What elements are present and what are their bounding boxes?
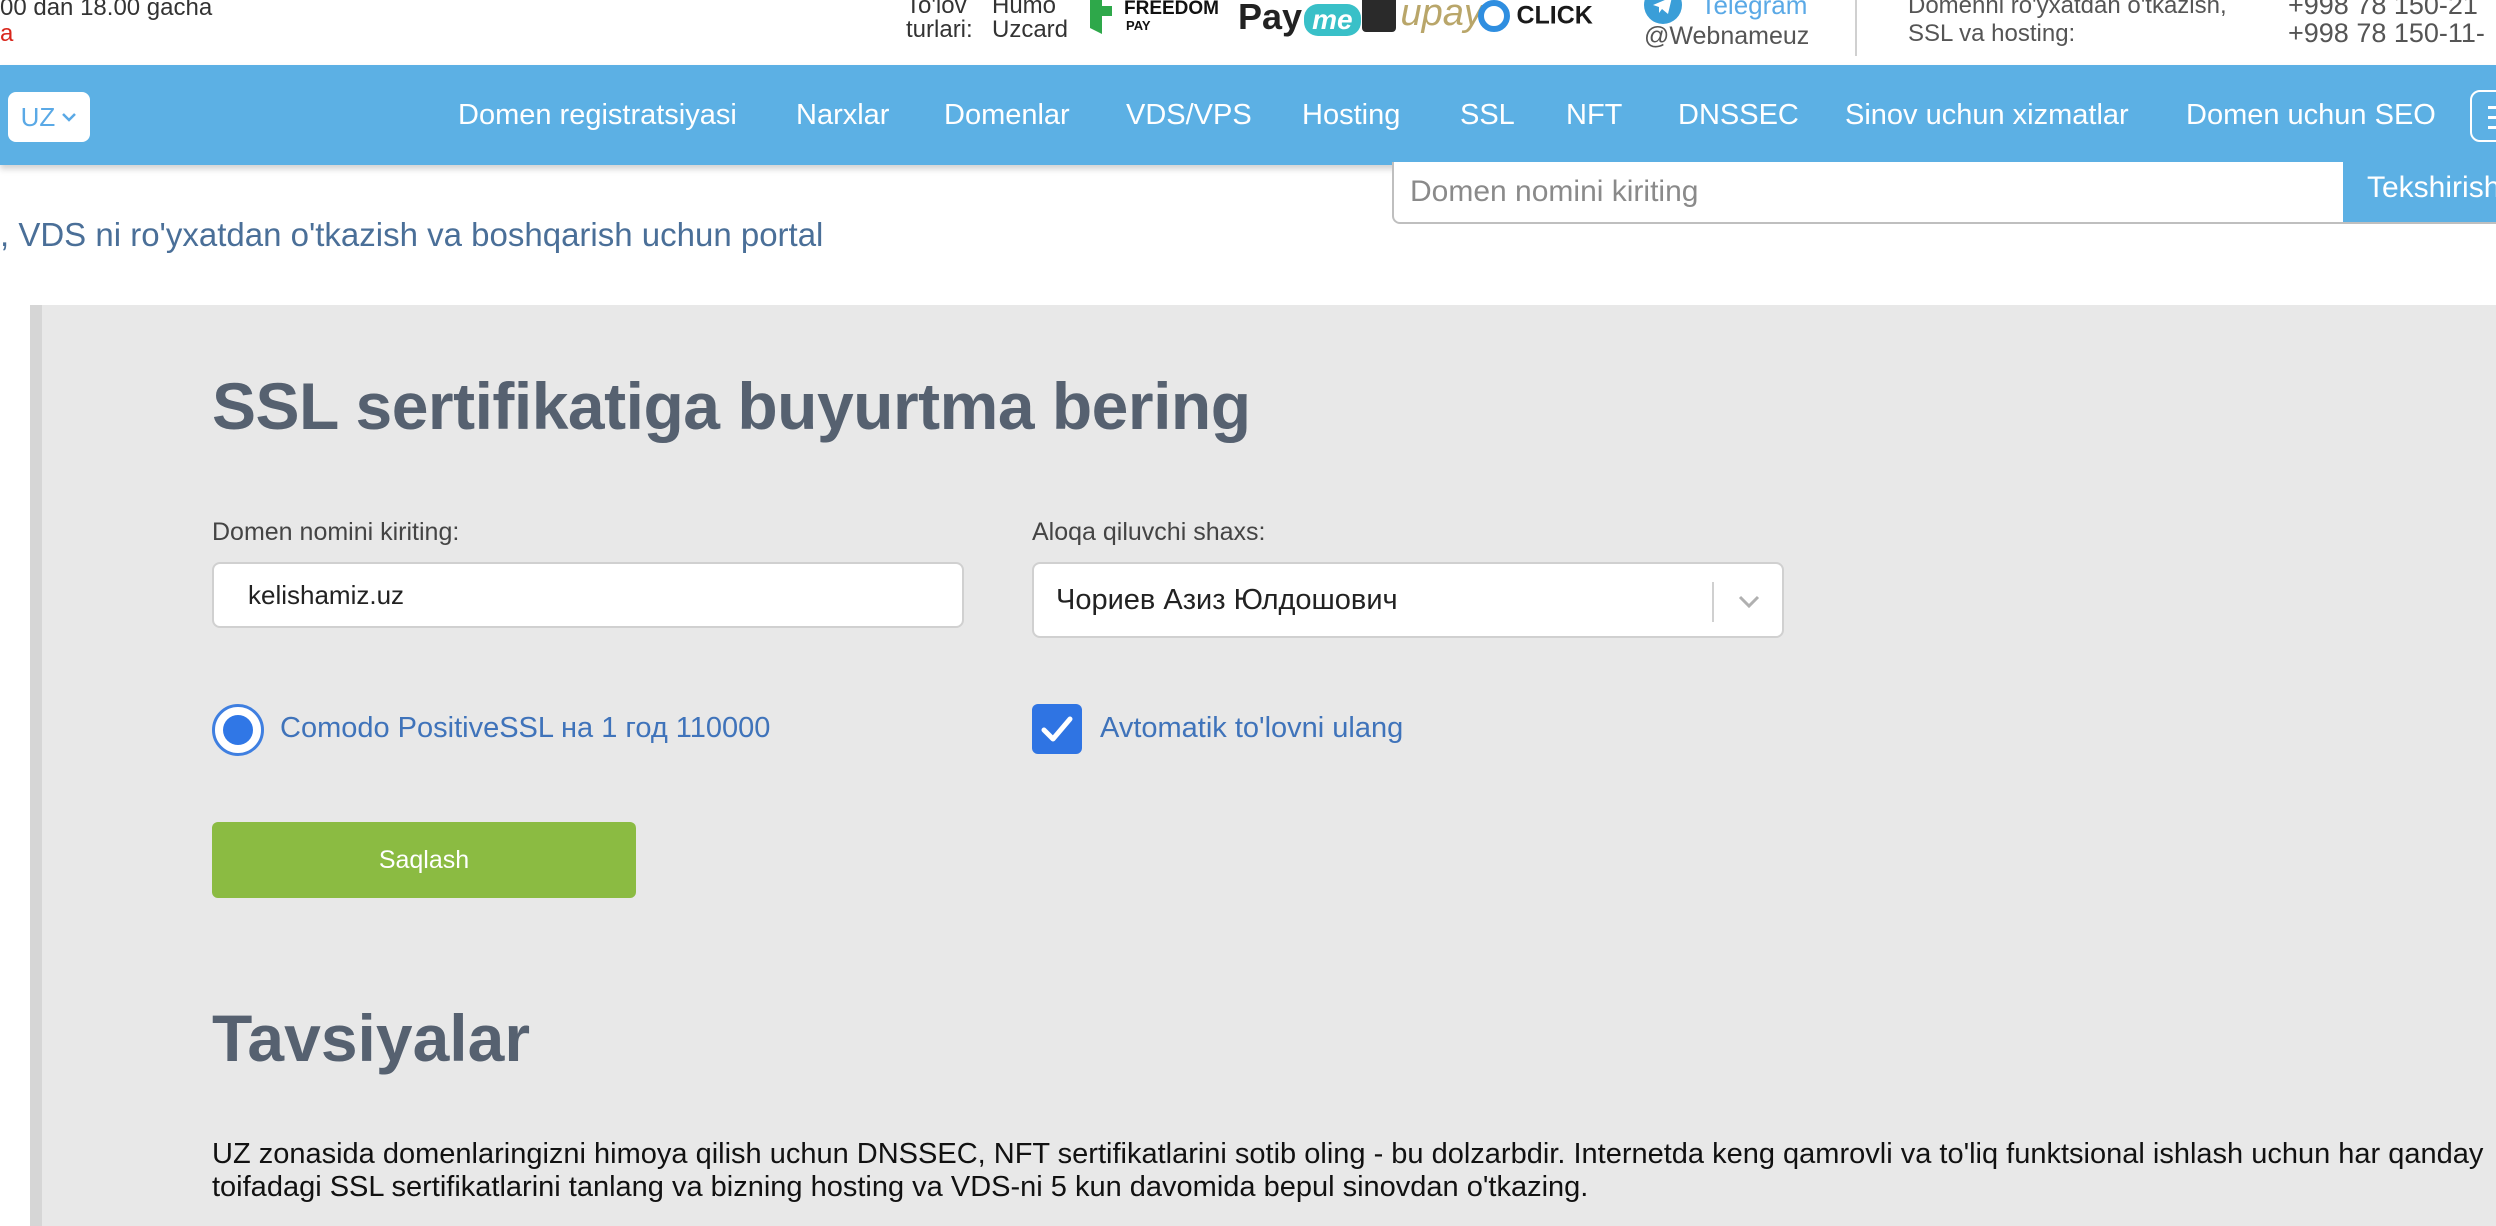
click-text: CLICK xyxy=(1516,1,1593,30)
domain-search-input[interactable] xyxy=(1394,162,2339,222)
payme-logo[interactable]: Pay me xyxy=(1238,0,1361,38)
check-icon xyxy=(1041,716,1073,742)
domain-search: Tekshirish xyxy=(1392,162,2496,224)
top-info-bar: 00 dan 18.00 gacha a To'lov turlari: Hum… xyxy=(0,0,2496,65)
nav-item-trial-services[interactable]: Sinov uchun xizmatlar xyxy=(1845,99,2129,132)
phone-number-1[interactable]: +998 78 150-21 xyxy=(2288,0,2478,19)
contact-select[interactable]: Чориев Азиз Юлдошович xyxy=(1032,562,1784,638)
contact-line2: SSL va hosting: xyxy=(1908,20,2076,47)
chevron-down-icon xyxy=(1738,595,1760,609)
telegram-link[interactable]: Telegram xyxy=(1644,0,1807,24)
contact-select-value: Чориев Азиз Юлдошович xyxy=(1056,584,1398,616)
working-hours: 00 dan 18.00 gacha xyxy=(0,0,213,21)
upay-text: upay xyxy=(1400,0,1483,34)
telegram-handle[interactable]: @Webnameuz xyxy=(1644,24,1809,49)
payment-label-line2: turlari: xyxy=(906,16,973,43)
nav-item-domains[interactable]: Domenlar xyxy=(944,99,1070,132)
nav-item-ssl[interactable]: SSL xyxy=(1460,99,1515,132)
language-label: UZ xyxy=(20,101,56,132)
nav-item-domain-seo[interactable]: Domen uchun SEO xyxy=(2186,99,2436,132)
click-logo[interactable]: CLICK xyxy=(1476,0,1593,34)
contact-line1: Domenni ro'yxatdan o'tkazish, xyxy=(1908,0,2227,19)
recommendations-text: UZ zonasida domenlaringizni himoya qilis… xyxy=(212,1138,2496,1204)
upay-logo[interactable]: upay xyxy=(1362,0,1483,35)
recommendations-title: Tavsiyalar xyxy=(212,1001,531,1075)
main-nav: UZ Domen registratsiyasi Narxlar Domenla… xyxy=(0,65,2496,165)
freedom-pay-text: FREEDOM xyxy=(1124,0,1219,19)
freedom-pay-logo[interactable]: FREEDOM PAY xyxy=(1088,0,1219,39)
autopay-label[interactable]: Avtomatik to'lovni ulang xyxy=(1100,712,1403,745)
contact-field-label: Aloqa qiluvchi shaxs: xyxy=(1032,518,1266,546)
nav-item-prices[interactable]: Narxlar xyxy=(796,99,889,132)
autopay-checkbox[interactable] xyxy=(1032,704,1082,754)
domain-field xyxy=(212,562,964,628)
nav-item-nft[interactable]: NFT xyxy=(1566,99,1622,132)
phone-number-2[interactable]: +998 78 150-11- xyxy=(2288,20,2485,47)
freedom-pay-mark-icon xyxy=(1090,0,1114,34)
payme-badge: me xyxy=(1304,4,1361,36)
ssl-option-label[interactable]: Comodo PositiveSSL на 1 год 110000 xyxy=(280,712,770,745)
payme-text: Pay xyxy=(1238,0,1303,37)
uzcard-label: Uzcard xyxy=(992,16,1069,43)
click-ring-icon xyxy=(1478,0,1510,32)
language-select[interactable]: UZ xyxy=(8,92,90,142)
domain-input[interactable] xyxy=(248,564,948,626)
telegram-icon xyxy=(1644,0,1682,24)
select-separator xyxy=(1712,582,1714,622)
portal-tagline: , VDS ni ro'yxatdan o'tkazish va boshqar… xyxy=(0,216,824,253)
chevron-down-icon xyxy=(62,113,77,122)
nav-item-hosting[interactable]: Hosting xyxy=(1302,99,1400,132)
nav-item-vds-vps[interactable]: VDS/VPS xyxy=(1126,99,1252,132)
save-button[interactable]: Saqlash xyxy=(212,822,636,898)
nav-item-dnssec[interactable]: DNSSEC xyxy=(1678,99,1799,132)
nav-item-domain-registration[interactable]: Domen registratsiyasi xyxy=(458,99,737,132)
check-domain-button[interactable]: Tekshirish xyxy=(2343,162,2496,222)
upay-mark-icon xyxy=(1362,0,1396,32)
recommendations-line-2: toifadagi SSL sertifikatlarini tanlang v… xyxy=(212,1171,1589,1203)
recommendations-line-1: UZ zonasida domenlaringizni himoya qilis… xyxy=(212,1138,2484,1170)
freedom-pay-subtext: PAY xyxy=(1126,18,1151,33)
ssl-option-radio[interactable] xyxy=(212,704,264,756)
topbar-divider xyxy=(1855,0,1857,56)
working-hours-note: a xyxy=(0,20,14,47)
menu-icon[interactable] xyxy=(2470,90,2496,142)
telegram-label: Telegram xyxy=(1700,0,1808,20)
domain-field-label: Domen nomini kiriting: xyxy=(212,518,460,546)
page-title: SSL sertifikatiga buyurtma bering xyxy=(212,369,1251,443)
